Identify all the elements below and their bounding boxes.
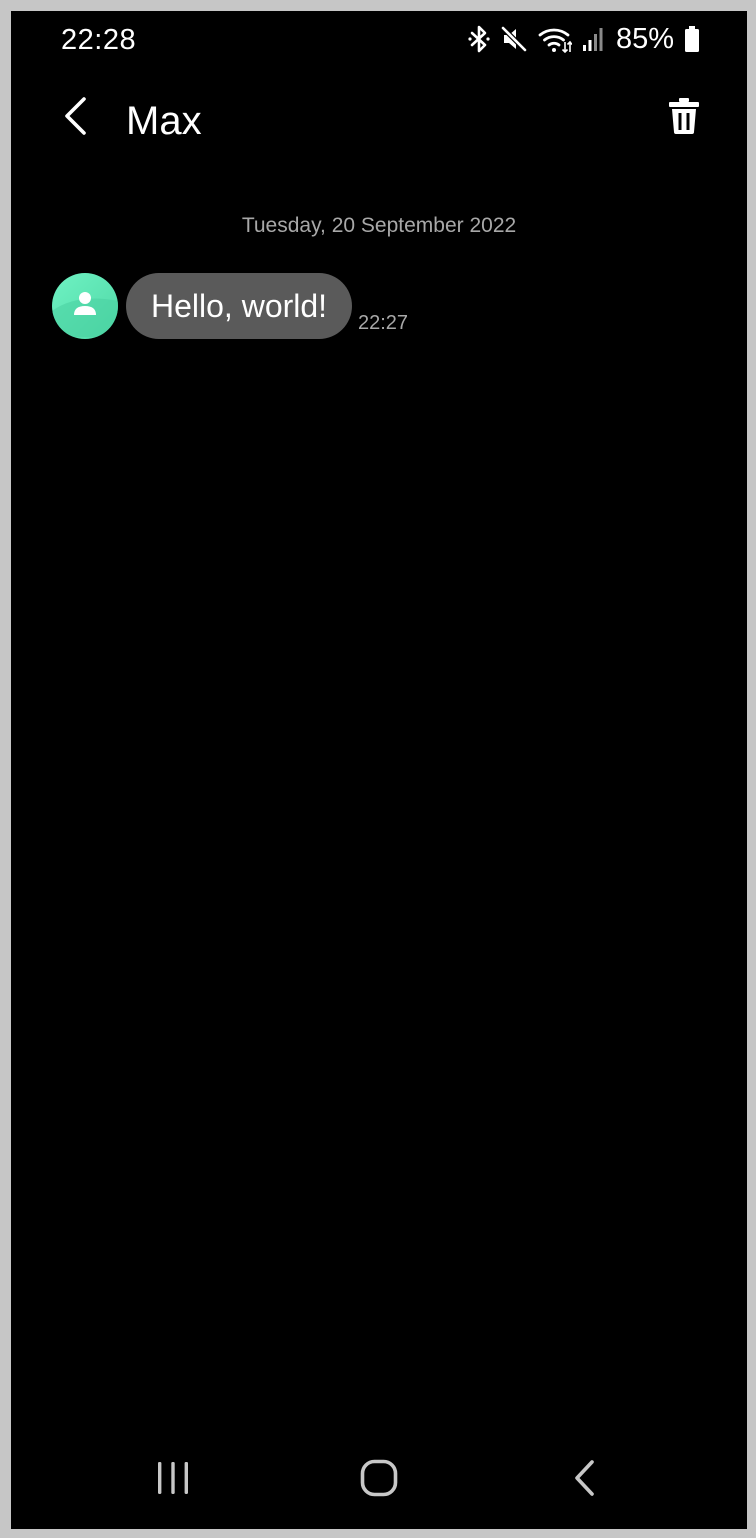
- recents-button[interactable]: [133, 1450, 213, 1510]
- home-button[interactable]: [339, 1450, 419, 1510]
- battery-percent: 85%: [615, 22, 674, 55]
- wifi-icon: [538, 25, 572, 53]
- message-bubble[interactable]: Hello, world!: [126, 273, 353, 339]
- delete-button[interactable]: [660, 94, 708, 142]
- navigation-bar: [12, 1432, 746, 1528]
- recents-icon: [155, 1460, 191, 1501]
- signal-icon: [582, 26, 604, 52]
- bluetooth-icon: [468, 25, 490, 53]
- status-icons: 85%: [468, 22, 700, 56]
- trash-icon: [669, 97, 699, 139]
- device-frame: 22:28 85% Max Tuesday, 20 September 2022…: [0, 0, 756, 1538]
- message-time: 22:27: [358, 312, 409, 334]
- home-icon: [360, 1459, 398, 1502]
- date-divider: Tuesday, 20 September 2022: [241, 214, 517, 237]
- person-icon: [52, 273, 118, 339]
- battery-icon: [684, 25, 700, 53]
- chevron-left-icon: [63, 96, 89, 140]
- avatar[interactable]: [52, 273, 118, 339]
- back-icon: [572, 1459, 598, 1502]
- message-text: Hello, world!: [151, 287, 328, 324]
- mute-icon: [500, 25, 528, 53]
- back-button[interactable]: [52, 94, 100, 142]
- conversation-title: Max: [126, 99, 202, 143]
- phone-screen: 22:28 85% Max Tuesday, 20 September 2022…: [11, 11, 747, 1529]
- status-time: 22:28: [61, 24, 137, 56]
- nav-back-button[interactable]: [545, 1450, 625, 1510]
